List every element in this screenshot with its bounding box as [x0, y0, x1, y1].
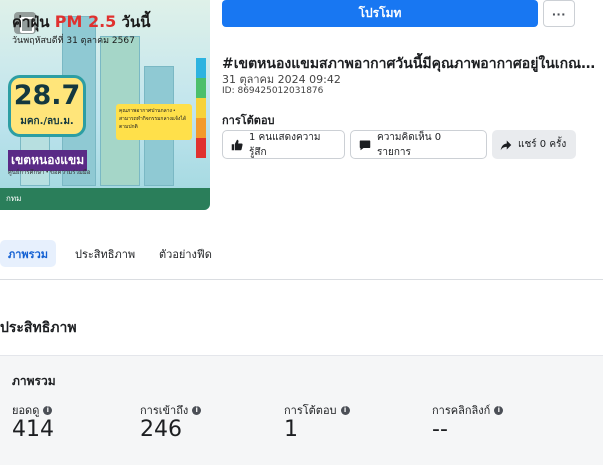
- likes-button[interactable]: 1 คนแสดงความรู้สึก: [222, 130, 345, 159]
- thumbs-up-icon: [231, 139, 243, 150]
- thumbnail-headline-pm: PM 2.5: [54, 12, 117, 31]
- comments-button[interactable]: ความคิดเห็น 0 รายการ: [350, 130, 487, 159]
- post-thumbnail[interactable]: ค่าฝุ่น PM 2.5 วันนี้ วันพฤหัสบดีที่ 31 …: [0, 0, 210, 210]
- scale-segment: [196, 118, 206, 138]
- metric-link-clicks-value: --: [432, 417, 448, 442]
- bma-logo: กทม: [6, 194, 22, 203]
- performance-section-title: ประสิทธิภาพ: [0, 320, 77, 336]
- thumbnail-date: วันพฤหัสบดีที่ 31 ตุลาคม 2567: [12, 36, 135, 46]
- comments-label: ความคิดเห็น 0 รายการ: [377, 131, 442, 158]
- aqi-color-scale: [196, 58, 206, 158]
- scale-segment: [196, 138, 206, 158]
- post-id: ID: 869425012031876: [222, 86, 324, 96]
- thumbnail-headline-prefix: ค่าฝุ่น: [12, 13, 50, 31]
- metric-views-value: 414: [12, 417, 54, 442]
- info-icon[interactable]: i: [494, 405, 504, 415]
- tab-feed-preview[interactable]: ตัวอย่างฟีด: [151, 240, 220, 267]
- metric-reach-value: 246: [140, 417, 182, 442]
- air-quality-note: คุณภาพอากาศปานกลาง • สามารถทำกิจกรรมกลาง…: [116, 104, 192, 140]
- shares-button[interactable]: แชร์ 0 ครั้ง: [492, 130, 576, 159]
- aqi-value: 28.7: [13, 80, 81, 111]
- promote-button[interactable]: โปรโมท: [222, 0, 538, 27]
- share-arrow-icon: [500, 140, 512, 150]
- shares-label: แชร์ 0 ครั้ง: [518, 139, 567, 150]
- scale-segment: [196, 78, 206, 98]
- likes-label: 1 คนแสดงความรู้สึก: [249, 131, 321, 158]
- thumbnail-headline: ค่าฝุ่น PM 2.5 วันนี้: [12, 10, 150, 34]
- more-options-button[interactable]: ···: [543, 0, 575, 27]
- info-icon[interactable]: i: [43, 405, 53, 415]
- reactions-heading: การโต้ตอบ: [222, 114, 275, 127]
- metric-engagement-value: 1: [284, 417, 298, 442]
- scale-segment: [196, 58, 206, 78]
- thumbnail-footer: กทม: [0, 188, 210, 210]
- more-icon: ···: [552, 5, 566, 22]
- info-icon[interactable]: i: [340, 405, 350, 415]
- tab-performance[interactable]: ประสิทธิภาพ: [67, 240, 143, 267]
- thumbnail-headline-suffix: วันนี้: [121, 13, 151, 31]
- district-sublabel: ศูนย์การศึกษา • ขอความร่วมมือ: [8, 170, 91, 176]
- tab-overview[interactable]: ภาพรวม: [0, 240, 57, 267]
- overview-card-title: ภาพรวม: [12, 374, 56, 388]
- aqi-unit: มคก./ลบ.ม.: [20, 116, 74, 127]
- comment-icon: [359, 140, 371, 150]
- scale-segment: [196, 98, 206, 118]
- info-icon[interactable]: i: [192, 405, 202, 415]
- aqi-badge: 28.7 มคก./ลบ.ม.: [8, 75, 86, 137]
- tabs-divider: [0, 279, 603, 280]
